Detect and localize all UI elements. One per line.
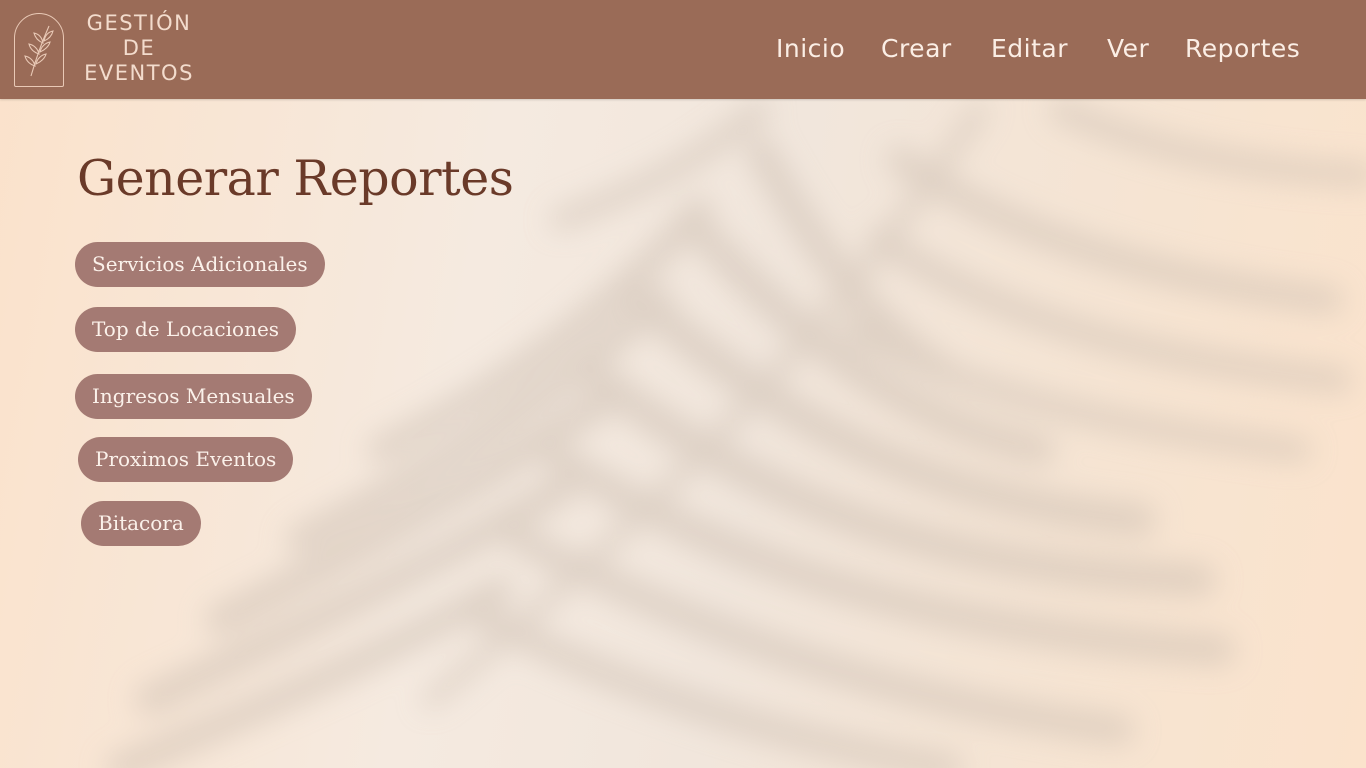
nav-inicio[interactable]: Inicio	[776, 34, 845, 63]
leaf-branch-icon	[24, 25, 54, 77]
top-navigation-bar: GESTIÓN DE EVENTOS Inicio Crear Editar V…	[0, 0, 1366, 99]
bitacora-button[interactable]: Bitacora	[81, 501, 201, 546]
nav-reportes[interactable]: Reportes	[1185, 34, 1300, 63]
brand-line-1: GESTIÓN	[86, 11, 192, 35]
servicios-adicionales-button[interactable]: Servicios Adicionales	[75, 242, 325, 287]
nav-crear[interactable]: Crear	[881, 34, 952, 63]
brand-logo[interactable]	[14, 13, 64, 87]
proximos-eventos-button[interactable]: Proximos Eventos	[78, 437, 294, 482]
brand-line-3: EVENTOS	[84, 61, 194, 85]
top-locaciones-button[interactable]: Top de Locaciones	[75, 307, 297, 352]
nav-editar[interactable]: Editar	[991, 34, 1068, 63]
brand-name: GESTIÓN DE EVENTOS	[74, 11, 204, 86]
nav-ver[interactable]: Ver	[1107, 34, 1149, 63]
page-title: Generar Reportes	[77, 150, 514, 207]
brand-line-2: DE	[122, 36, 156, 60]
ingresos-mensuales-button[interactable]: Ingresos Mensuales	[75, 374, 312, 419]
